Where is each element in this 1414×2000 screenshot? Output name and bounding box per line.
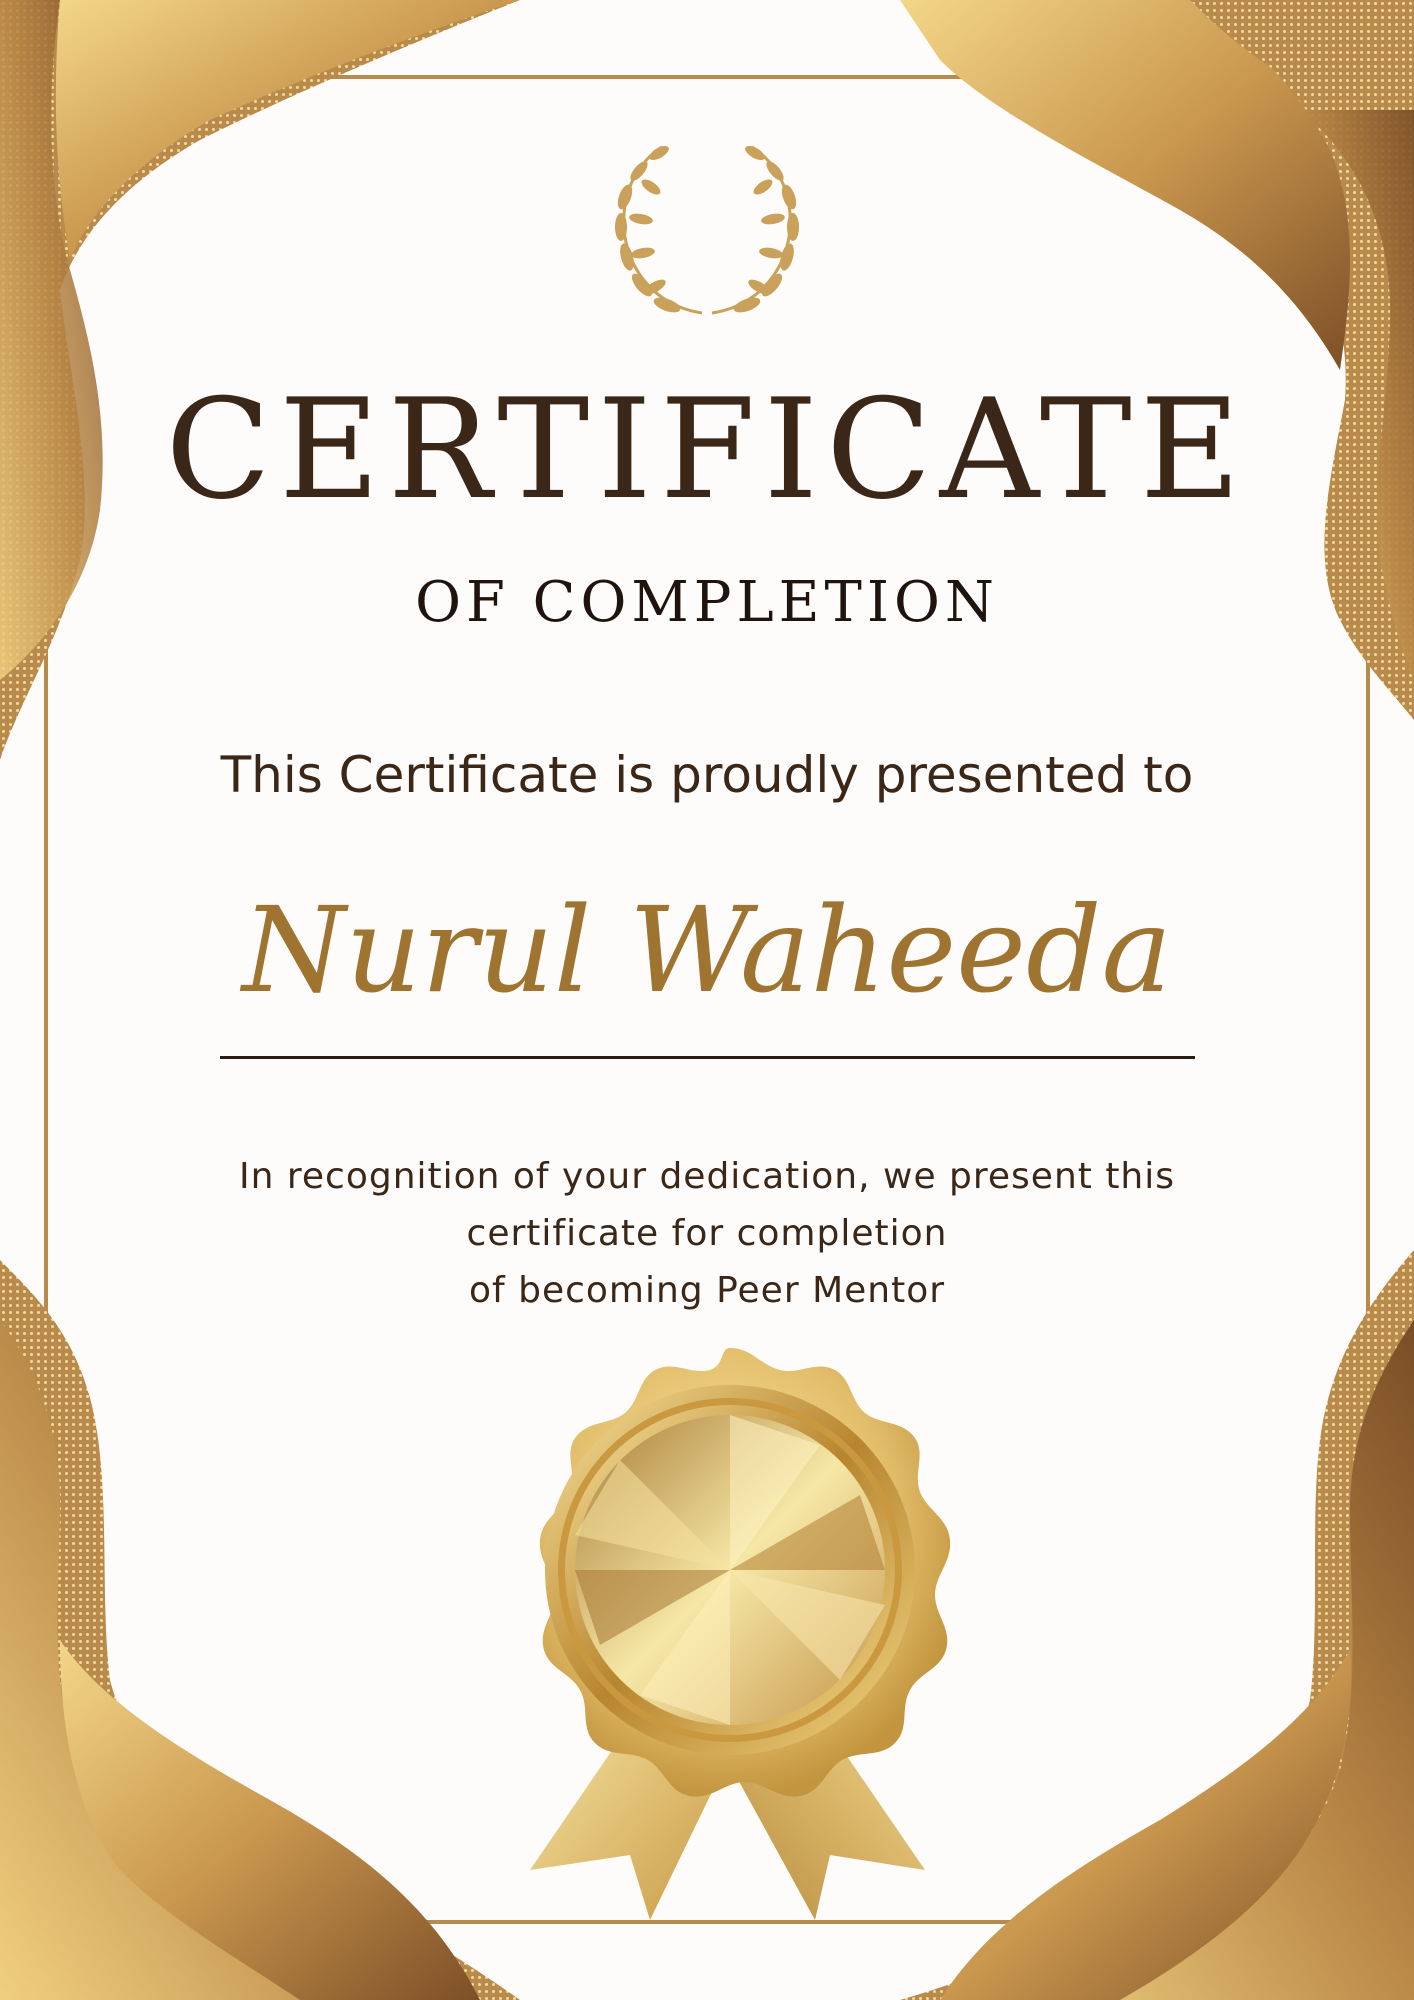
recognition-line: of becoming Peer Mentor [468,1270,946,1311]
recognition-text: In recognition of your dedication, we pr… [0,1148,1414,1319]
presented-to-text: This Certificate is proudly presented to [220,746,1194,804]
certificate-subtitle: OF COMPLETION [415,570,999,635]
certificate-page: CERTIFICATE OF COMPLETION This Certifica… [0,0,1414,2000]
certificate-title: CERTIFICATE [165,369,1249,530]
name-underline [220,1056,1195,1059]
gold-medal-seal-icon [530,1348,951,1920]
recognition-line: In recognition of your dedication, we pr… [238,1156,1176,1197]
recipient-name: Nurul Waheeda [242,881,1172,1019]
laurel-wreath-icon [615,145,799,315]
recognition-line: certificate for completion [466,1213,948,1254]
